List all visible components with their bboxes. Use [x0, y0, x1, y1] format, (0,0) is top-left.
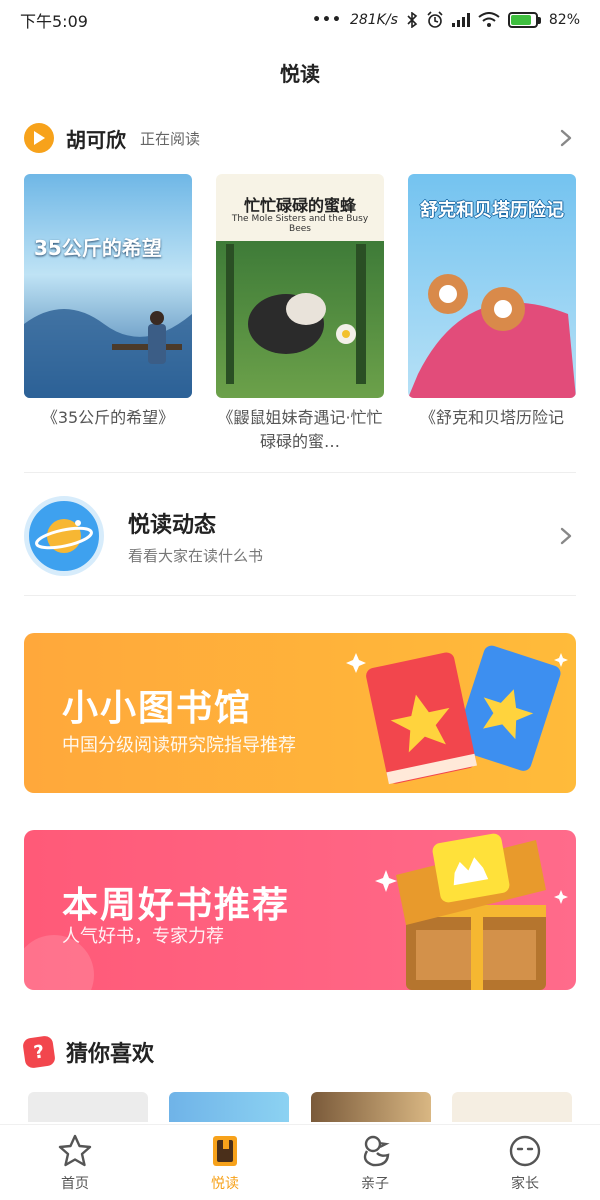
alarm-icon [427, 11, 443, 28]
book-cover-subtitle: The Mole Sisters and the Busy Bees [231, 214, 369, 234]
reader-name: 胡可欣 [66, 127, 126, 152]
guess-book-thumb[interactable] [28, 1092, 148, 1122]
guess-book-thumb[interactable] [169, 1092, 290, 1122]
reading-dynamic-row[interactable]: 悦读动态 看看大家在读什么书 [24, 490, 576, 582]
chevron-right-icon[interactable] [556, 128, 576, 148]
question-icon: ? [22, 1035, 56, 1069]
reading-status: 正在阅读 [140, 129, 201, 148]
reading-books: 35公斤的希望 《35公斤的希望》 忙忙碌碌的蜜蜂 The Mole Siste… [24, 174, 576, 454]
library-banner[interactable]: 小小图书馆 中国分级阅读研究院指导推荐 [24, 633, 576, 793]
wifi-icon [478, 12, 500, 27]
face-icon [509, 1135, 541, 1166]
nav-item-reading[interactable]: 悦读 [150, 1125, 300, 1200]
dynamic-subtitle: 看看大家在读什么书 [128, 546, 264, 565]
bottom-nav: 首页 悦读 亲子 家长 [0, 1124, 600, 1200]
book-card[interactable]: 舒克和贝塔历险记 《舒克和贝塔历险记 [408, 174, 576, 454]
banner-title: 小小图书馆 [62, 688, 253, 729]
banner-subtitle: 人气好书，专家力荐 [62, 926, 224, 947]
status-icons: ••• 281K/s 82% [312, 11, 580, 29]
guess-book-thumb[interactable] [451, 1092, 572, 1122]
battery-percent: 82% [548, 12, 580, 28]
book-title[interactable]: 《舒克和贝塔历险记 [408, 406, 576, 430]
guess-list [28, 1092, 572, 1122]
book-cover-title: 35公斤的希望 [34, 236, 162, 260]
divider [24, 595, 576, 596]
book-cover-title: 舒克和贝塔历险记 [420, 200, 564, 221]
banner-subtitle: 中国分级阅读研究院指导推荐 [62, 735, 296, 756]
book-cover[interactable]: 35公斤的希望 [24, 174, 192, 398]
banner-title: 本周好书推荐 [62, 885, 291, 926]
status-bar: 下午5:09 ••• 281K/s 82% [0, 0, 600, 40]
book-cover-title: 忙忙碌碌的蜜蜂 [243, 196, 356, 215]
dynamic-title: 悦读动态 [128, 512, 217, 538]
bluetooth-icon [407, 12, 418, 28]
nav-item-home[interactable]: 首页 [0, 1125, 150, 1200]
status-time: 下午5:09 [20, 12, 88, 31]
guess-book-thumb[interactable] [310, 1092, 431, 1122]
divider [24, 472, 576, 473]
network-speed: 281K/s [349, 12, 398, 28]
signal-icon [451, 13, 470, 27]
book-card[interactable]: 忙忙碌碌的蜜蜂 The Mole Sisters and the Busy Be… [216, 174, 384, 454]
treasure-chest-icon [375, 833, 568, 990]
book-title[interactable]: 《35公斤的希望》 [24, 406, 192, 430]
book-card[interactable]: 35公斤的希望 《35公斤的希望》 [24, 174, 192, 454]
star-icon [58, 1134, 92, 1166]
chevron-right-icon[interactable] [556, 526, 576, 546]
nav-label: 亲子 [361, 1175, 389, 1192]
book-title[interactable]: 《鼹鼠姐妹奇遇记·忙忙碌碌的蜜… [216, 406, 384, 454]
page-title: 悦读 [280, 62, 320, 86]
nav-label: 首页 [61, 1175, 89, 1192]
weekly-books-banner[interactable]: 本周好书推荐 人气好书，专家力荐 [24, 830, 576, 990]
reading-header[interactable]: 胡可欣 正在阅读 [24, 120, 576, 156]
nav-item-parent[interactable]: 家长 [450, 1125, 600, 1200]
battery-fill [510, 15, 531, 25]
more-dots-icon: ••• [312, 12, 342, 28]
guess-header: ? 猜你喜欢 [22, 1035, 155, 1069]
nav-label: 家长 [511, 1175, 539, 1192]
play-icon [24, 123, 54, 153]
battery-icon [507, 12, 541, 28]
nav-item-family[interactable]: 亲子 [300, 1125, 450, 1200]
book-icon [213, 1135, 237, 1166]
nav-label: 悦读 [211, 1175, 239, 1192]
planet-icon [24, 496, 104, 576]
duck-icon [363, 1135, 390, 1166]
book-cover[interactable]: 舒克和贝塔历险记 [408, 174, 576, 398]
book-cover[interactable]: 忙忙碌碌的蜜蜂 The Mole Sisters and the Busy Be… [216, 174, 384, 398]
guess-title: 猜你喜欢 [66, 1042, 155, 1067]
books-stars-icon [346, 645, 568, 785]
